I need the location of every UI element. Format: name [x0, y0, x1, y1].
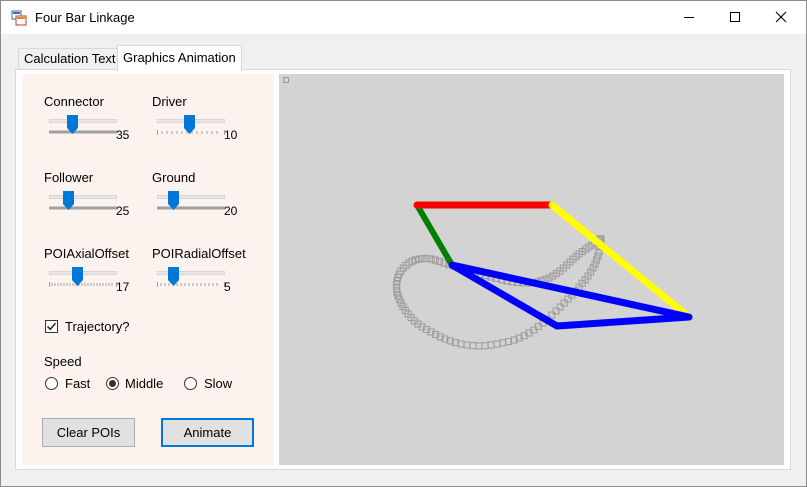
maximize-button[interactable]: [712, 1, 758, 33]
trajectory-marker: [591, 260, 599, 268]
ground-value: 20: [224, 204, 238, 218]
trajectory-marker: [487, 341, 495, 349]
trajectory-marker: [499, 339, 507, 347]
trajectory-checkbox[interactable]: [45, 320, 58, 333]
connector-value: 35: [116, 128, 130, 142]
connector-label: Connector: [44, 94, 104, 109]
tab-calculation-text[interactable]: Calculation Text: [18, 48, 122, 70]
close-button[interactable]: [758, 1, 804, 33]
poi-radial-offset-value: 5: [224, 280, 231, 294]
slider-thumb[interactable]: [72, 267, 83, 286]
title-bar[interactable]: Four Bar Linkage: [1, 1, 806, 34]
slider-track: [49, 271, 117, 275]
trajectory-marker: [548, 311, 556, 319]
connector-slider[interactable]: [49, 115, 117, 137]
trajectory-marker: [552, 307, 560, 315]
origin-marker: [283, 77, 289, 83]
speed-slow-label[interactable]: Slow: [204, 376, 232, 391]
control-panel: Connector 35 Driver 10 Follower 25 Groun…: [22, 74, 274, 465]
clear-pois-button[interactable]: Clear POIs: [42, 418, 135, 447]
speed-label: Speed: [44, 354, 82, 369]
slider-thumb[interactable]: [67, 115, 78, 134]
trajectory-marker: [493, 340, 501, 348]
trajectory-marker: [475, 342, 483, 350]
ground-slider[interactable]: [157, 191, 225, 213]
trajectory-marker: [399, 303, 407, 311]
poi-radial-offset-label: POIRadialOffset: [152, 246, 246, 261]
follower-slider[interactable]: [49, 191, 117, 213]
slider-thumb[interactable]: [63, 191, 74, 210]
slider-ticks: [49, 130, 117, 134]
follower-label: Follower: [44, 170, 94, 185]
tab-graphics-animation[interactable]: Graphics Animation: [117, 45, 242, 71]
linkage-drawing: [283, 77, 693, 350]
driver-slider[interactable]: [157, 115, 225, 137]
trajectory-marker: [549, 272, 557, 280]
checkmark-icon: [46, 322, 57, 331]
trajectory-marker: [560, 299, 568, 307]
speed-slow-radio[interactable]: [184, 377, 197, 390]
slider-track: [49, 195, 117, 199]
app-icon: [11, 10, 27, 26]
poi-axial-offset-label: POIAxialOffset: [44, 246, 130, 261]
close-icon: [775, 11, 787, 23]
speed-fast-label[interactable]: Fast: [65, 376, 90, 391]
slider-thumb[interactable]: [184, 115, 195, 134]
driver-value: 10: [224, 128, 238, 142]
trajectory-marker: [481, 342, 489, 350]
slider-ticks: [49, 282, 117, 287]
trajectory-marker: [463, 341, 471, 349]
trajectory-marker: [397, 299, 405, 307]
driver-label: Driver: [152, 94, 187, 109]
trajectory-marker: [589, 264, 597, 272]
poi-axial-offset-slider[interactable]: [49, 267, 117, 289]
slider-thumb[interactable]: [168, 267, 179, 286]
slider-track: [49, 119, 117, 123]
trajectory-label[interactable]: Trajectory?: [65, 319, 130, 334]
trajectory-marker: [469, 342, 477, 350]
animate-button[interactable]: Animate: [161, 418, 254, 447]
window-title: Four Bar Linkage: [35, 10, 135, 25]
poi-radial-offset-slider[interactable]: [157, 267, 225, 289]
trajectory-marker: [556, 303, 564, 311]
app-window: Four Bar Linkage Calculation Text Graphi…: [0, 0, 807, 487]
maximize-icon: [730, 12, 740, 22]
follower-value: 25: [116, 204, 130, 218]
slider-ticks: [49, 206, 117, 210]
ground-label: Ground: [152, 170, 196, 185]
speed-fast-radio[interactable]: [45, 377, 58, 390]
animation-canvas[interactable]: [279, 74, 784, 465]
slider-thumb[interactable]: [168, 191, 179, 210]
speed-middle-radio[interactable]: [106, 377, 119, 390]
trajectory-marker: [545, 274, 553, 282]
trajectory-marker: [564, 295, 572, 303]
poi-axial-offset-value: 17: [116, 280, 130, 294]
minimize-button[interactable]: [666, 1, 712, 33]
speed-middle-label[interactable]: Middle: [125, 376, 163, 391]
minimize-icon: [684, 17, 694, 18]
